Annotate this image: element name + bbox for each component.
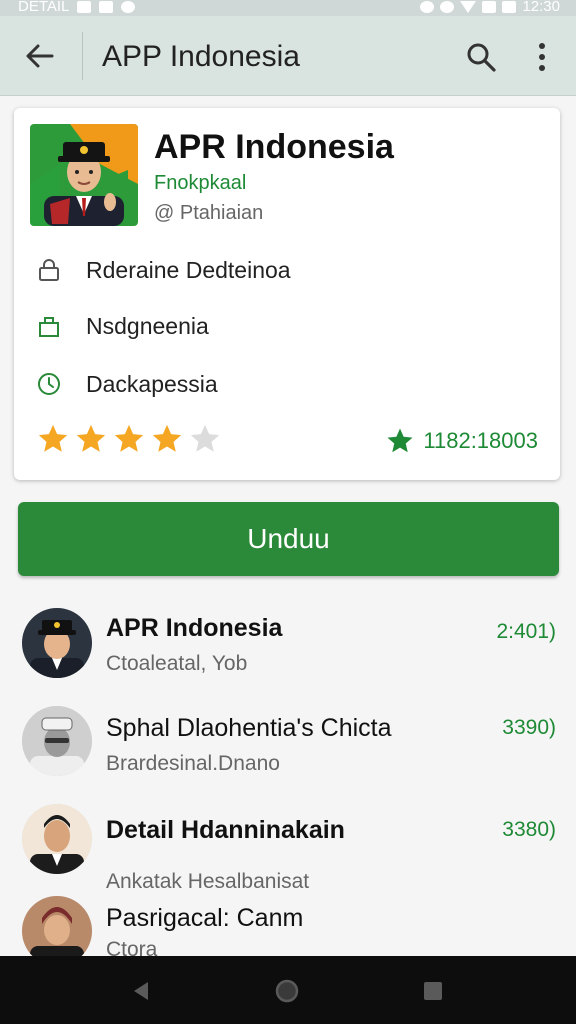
info-text-size: Nsdgneenia <box>86 312 209 339</box>
navigation-bar <box>0 956 576 1024</box>
list-item-title: Sphal Dlaohentia's Chicta <box>106 714 392 742</box>
list-item[interactable]: APR Indonesia Ctoaleatal, Yob 2:401) <box>0 604 576 700</box>
more-options-icon[interactable] <box>532 40 552 74</box>
install-button[interactable]: Unduu <box>18 502 559 576</box>
list-item-count: 2:401) <box>496 620 556 643</box>
star-filled-icon <box>76 424 106 452</box>
list-item-title: Detail Hdanninakain <box>106 816 345 844</box>
app-bar: APP Indonesia <box>0 16 576 96</box>
app-icon <box>30 124 138 226</box>
star-icon <box>387 428 413 453</box>
status-label: DETAIL <box>18 0 70 15</box>
info-row-security: Rderaine Dedteinoa <box>36 252 536 288</box>
list-item-title: Pasrigacal: Canm <box>106 904 304 932</box>
phone-notification-icon <box>99 0 114 13</box>
list-item-subtitle: Ctoaleatal, Yob <box>106 652 248 675</box>
status-bar: DETAIL 12:30 <box>0 0 576 16</box>
info-text-security: Rderaine Dedteinoa <box>86 256 291 283</box>
nav-home-icon[interactable] <box>274 978 300 1004</box>
list-item-subtitle: Ctora <box>106 938 158 956</box>
star-rating <box>36 422 222 456</box>
list-item-count: 3390) <box>502 716 556 739</box>
search-icon[interactable] <box>464 40 498 74</box>
wifi-icon <box>460 0 477 13</box>
avatar <box>22 608 92 678</box>
lock-icon <box>39 259 59 281</box>
avatar <box>22 706 92 776</box>
download-count: 1182:18003 <box>385 426 538 456</box>
list-item-subtitle: Ankatak Hesalbanisat <box>106 870 310 893</box>
download-count-value: 1182:18003 <box>423 428 538 453</box>
nav-recents-icon[interactable] <box>420 978 446 1004</box>
battery-icon <box>502 0 517 13</box>
bag-icon <box>39 317 59 337</box>
avatar <box>22 804 92 874</box>
app-bar-divider <box>82 32 83 80</box>
app-category: @ Ptahiaian <box>154 202 264 224</box>
star-filled-icon <box>152 424 182 452</box>
list-item[interactable]: Pasrigacal: Canm Ctora <box>0 894 576 956</box>
clock-icon <box>38 373 60 395</box>
star-empty-icon <box>190 424 220 452</box>
list-item[interactable]: Detail Hdanninakain Ankatak Hesalbanisat… <box>0 804 576 900</box>
app-title: APR Indonesia <box>154 128 394 166</box>
list-item-subtitle: Brardesinal.Dnano <box>106 752 280 775</box>
status-time: 12:30 <box>522 0 560 15</box>
image-notification-icon <box>77 0 92 13</box>
star-filled-icon <box>114 424 144 452</box>
signal-icon <box>482 0 497 13</box>
back-arrow-icon[interactable] <box>22 38 58 74</box>
page-title: APP Indonesia <box>102 40 300 73</box>
info-row-size: Nsdgneenia <box>36 308 536 344</box>
bluetooth-icon <box>420 0 435 13</box>
info-text-updated: Dackapessia <box>86 370 218 397</box>
avatar <box>22 896 92 956</box>
star-filled-icon <box>38 424 68 452</box>
list-item-count: 3380) <box>502 818 556 841</box>
app-detail-card: APR Indonesia Fnokpkaal @ Ptahiaian Rder… <box>14 108 560 480</box>
sync-notification-icon <box>121 0 136 13</box>
list-item[interactable]: Sphal Dlaohentia's Chicta Brardesinal.Dn… <box>0 704 576 800</box>
nav-back-icon[interactable] <box>128 978 154 1004</box>
developer-name[interactable]: Fnokpkaal <box>154 172 246 195</box>
info-row-updated: Dackapessia <box>36 366 536 402</box>
list-item-title: APR Indonesia <box>106 614 283 642</box>
vibrate-icon <box>440 0 455 13</box>
